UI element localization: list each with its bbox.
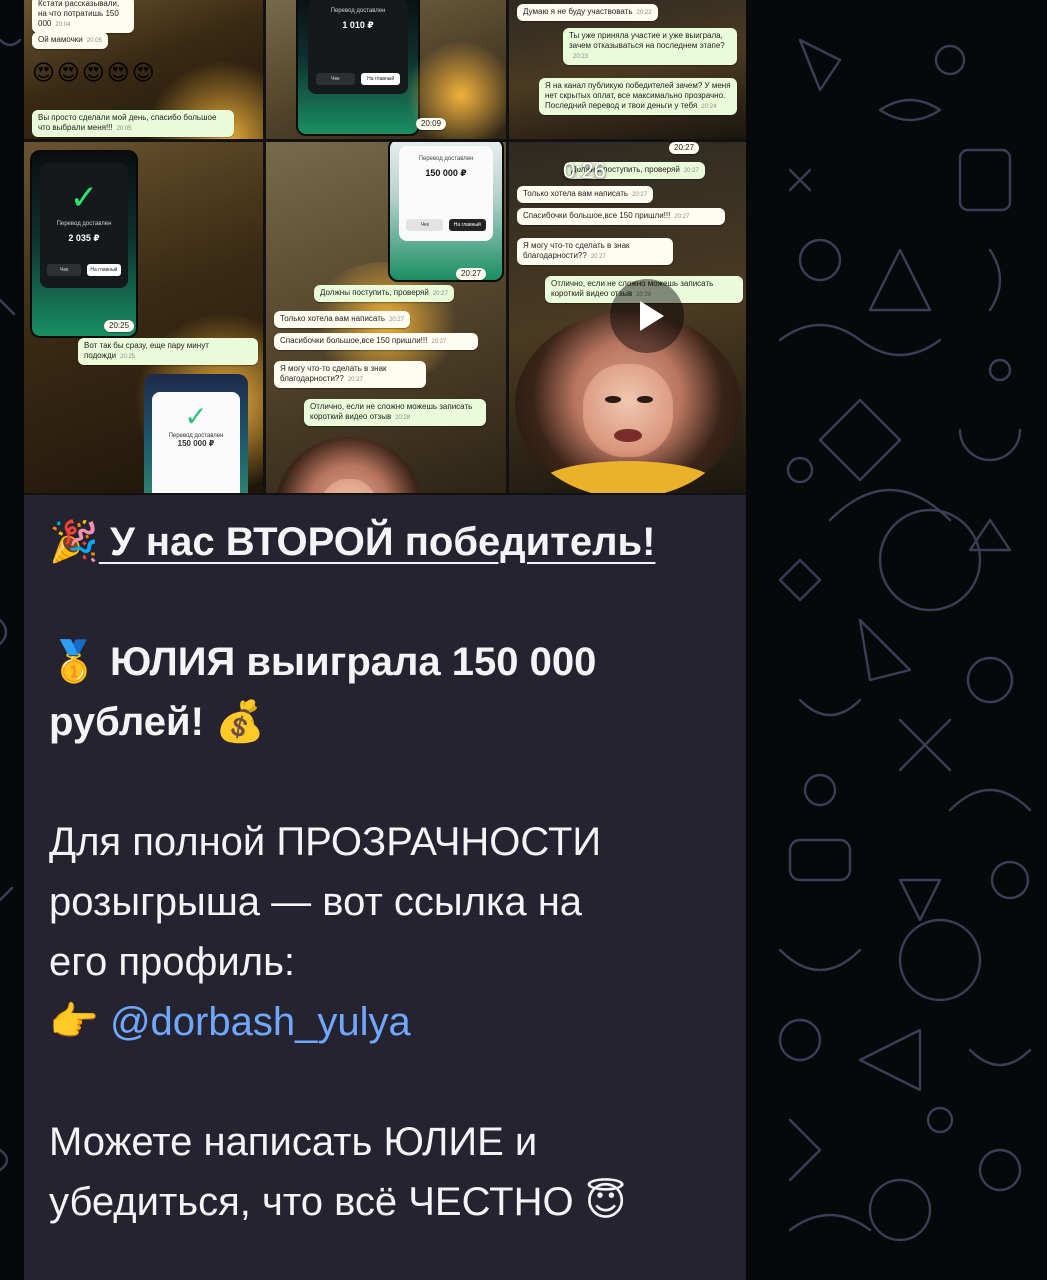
post-title-text: У нас ВТОРОЙ победитель! (109, 520, 656, 564)
message-text: 🎉 У нас ВТОРОЙ победитель! 🥇 ЮЛИЯ выигра… (49, 512, 729, 1232)
angel-smile-icon: 😇 (584, 1180, 627, 1224)
medal-icon: 🥇 (49, 640, 99, 684)
chat-bubble: Я могу что-то сделать в знак благодарнос… (517, 238, 673, 265)
receipt-button: Чек (406, 219, 443, 232)
transfer-title: Перевод доставлен (56, 221, 112, 228)
closing-text: убедиться, что всё ЧЕСТНО (49, 1180, 574, 1224)
pointing-hand-icon: 👉 (49, 1000, 99, 1044)
winner-line-2: рублей! 💰 (49, 692, 729, 752)
chat-bubble: Я на канал публикую победителей зачем? У… (539, 78, 737, 115)
home-button: На главный (449, 219, 486, 232)
play-icon[interactable] (610, 279, 684, 353)
phone-screenshot: Перевод доставлен 1 010 ₽ Чек На главный (296, 0, 420, 136)
winner-line: 🥇 ЮЛИЯ выиграла 150 000 (49, 632, 729, 692)
time-label: 20:27 (456, 268, 487, 280)
time-label: 20:27 (669, 142, 700, 154)
chat-bubble: Кстати рассказывали, на что потратишь 15… (32, 0, 134, 33)
transfer-amount: 150 000 ₽ (177, 439, 215, 449)
closing-line-2: убедиться, что всё ЧЕСТНО 😇 (49, 1172, 729, 1232)
winner-text: ЮЛИЯ выиграла 150 000 (109, 640, 597, 684)
media-tile-1[interactable]: Кстати рассказывали, на что потратишь 15… (24, 0, 263, 139)
transfer-amount: 1 010 ₽ (342, 19, 374, 30)
chat-bubble: Отлично, если не сложно можешь записать … (304, 399, 486, 426)
transfer-amount: 2 035 ₽ (68, 233, 100, 244)
receipt-button: Чек (315, 72, 355, 85)
post-title[interactable]: 🎉 У нас ВТОРОЙ победитель! (49, 512, 729, 572)
chat-bubble: Только хотела вам написать 20:27 (274, 311, 411, 328)
chat-bubble: Ты уже приняла участие и уже выиграла, з… (563, 28, 737, 65)
party-popper-icon: 🎉 (49, 520, 99, 564)
chat-bubble: Спасибочки большое,все 150 пришли!!! 20:2… (274, 333, 478, 350)
media-album[interactable]: Кстати рассказывали, на что потратишь 15… (24, 0, 746, 495)
transparency-line-2: розыгрыша — вот ссылка на (49, 880, 583, 924)
home-button: На главный (87, 263, 121, 276)
media-tile-2[interactable]: Перевод доставлен 1 010 ₽ Чек На главный … (266, 0, 506, 139)
time-label: 20:25 (104, 320, 135, 332)
home-button: На главный (361, 72, 401, 85)
video-thumbnail (274, 437, 424, 493)
transparency-line-3: его профиль: (49, 940, 296, 984)
chat-bubble: Только хотела вам написать 20:27 (517, 186, 654, 203)
chat-bubble: Спасибочки большое,все 150 пришли!!! 20:2… (517, 208, 725, 225)
checkmark-icon: ✓ (69, 179, 99, 218)
chat-bubble: Должны поступить, проверяй 20:27 (314, 285, 454, 302)
phone-screenshot: ✓ Перевод доставлен 150 000 ₽ (144, 374, 248, 493)
phone-screenshot: ✓ Перевод доставлен 2 035 ₽ Чек На главны… (30, 150, 138, 338)
transfer-amount: 150 000 ₽ (425, 167, 467, 178)
media-tile-4[interactable]: ✓ Перевод доставлен 2 035 ₽ Чек На главны… (24, 142, 263, 493)
message-bubble: Кстати рассказывали, на что потратишь 15… (24, 0, 746, 1280)
media-tile-5[interactable]: Перевод доставлен 150 000 ₽ Чек На главны… (266, 142, 506, 493)
transparency-line-1: Для полной ПРОЗРАЧНОСТИ (49, 820, 602, 864)
phone-screenshot: Перевод доставлен 150 000 ₽ Чек На главны… (388, 142, 504, 282)
chat-bubble: Я могу что-то сделать в знак благодарнос… (274, 361, 426, 388)
profile-link[interactable]: @dorbash_yulya (110, 1000, 411, 1044)
media-tile-3[interactable]: Думаю я не буду участвовать 20:22 Ты уже … (509, 0, 746, 139)
winner-text-2: рублей! (49, 700, 204, 744)
time-label: 20:09 (416, 118, 447, 130)
transfer-title: Перевод доставлен (418, 155, 474, 162)
video-duration: 0:26 (563, 158, 606, 183)
transfer-title: Перевод доставлен (330, 7, 386, 14)
profile-link-line: 👉 @dorbash_yulya (49, 992, 729, 1052)
receipt-button: Чек (47, 263, 81, 276)
chat-bubble: Вы просто сделали мой день, спасибо боль… (32, 110, 234, 137)
checkmark-icon: ✓ (184, 401, 208, 433)
closing-line-1: Можете написать ЮЛИЕ и (49, 1120, 538, 1164)
money-bag-icon: 💰 (215, 700, 265, 744)
chat-bubble: Вот так бы сразу, еще пару минут подожди… (78, 338, 258, 365)
emoji-row: 😍😍😍😍😍 (32, 60, 157, 85)
chat-bubble: Думаю я не буду участвовать 20:22 (517, 4, 658, 21)
chat-bubble: Ой мамочки 20:05 (32, 32, 108, 49)
